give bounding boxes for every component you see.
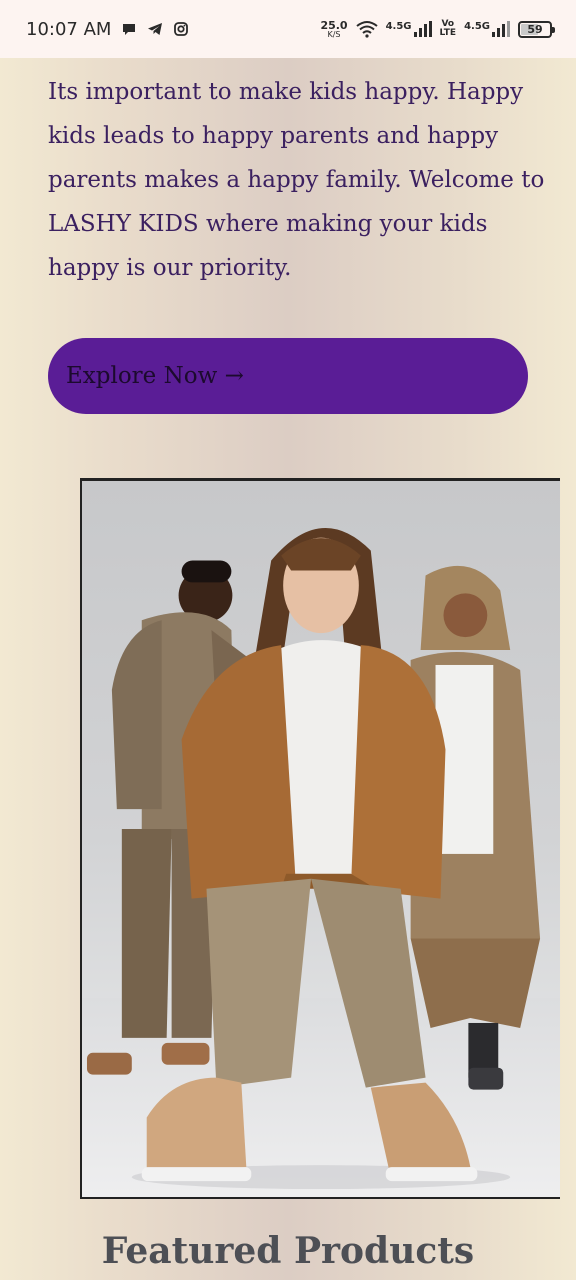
network-speed-value: 25.0 xyxy=(320,18,348,32)
instagram-icon xyxy=(173,21,189,37)
intro-text: Its important to make kids happy. Happy … xyxy=(48,79,545,281)
signal-icon xyxy=(413,21,432,37)
wifi-icon xyxy=(355,20,378,38)
battery-level: 59 xyxy=(527,22,543,36)
kids-illustration xyxy=(82,528,560,1197)
signal-1-label: 4.5G xyxy=(385,21,412,32)
explore-now-button[interactable]: Explore Now → xyxy=(48,338,528,414)
network-speed-unit: K/S xyxy=(327,29,341,39)
signal-2-label: 4.5G xyxy=(464,21,490,32)
signal-1: 4.5G xyxy=(386,21,432,37)
battery-icon: 59 xyxy=(518,20,555,38)
volte-bottom: LTE xyxy=(439,28,457,38)
signal-icon xyxy=(492,21,510,37)
signal-2: 4.5G xyxy=(464,21,510,37)
hero-image xyxy=(80,478,560,1199)
volte-indicator: Vo LTE xyxy=(440,20,457,38)
status-bar-left: 10:07 AM xyxy=(26,19,189,40)
status-bar-right: 25.0 K/S 4.5G Vo LTE 4.5G 59 xyxy=(320,20,555,39)
status-time: 10:07 AM xyxy=(26,18,112,40)
telegram-icon xyxy=(147,21,163,37)
network-speed: 25.0 K/S xyxy=(320,20,347,39)
featured-products-heading: Featured Products xyxy=(101,1230,475,1272)
chat-icon xyxy=(121,21,137,37)
status-bar: 10:07 AM 25.0 K/S 4.5G Vo LTE 4.5G 59 xyxy=(0,0,576,58)
